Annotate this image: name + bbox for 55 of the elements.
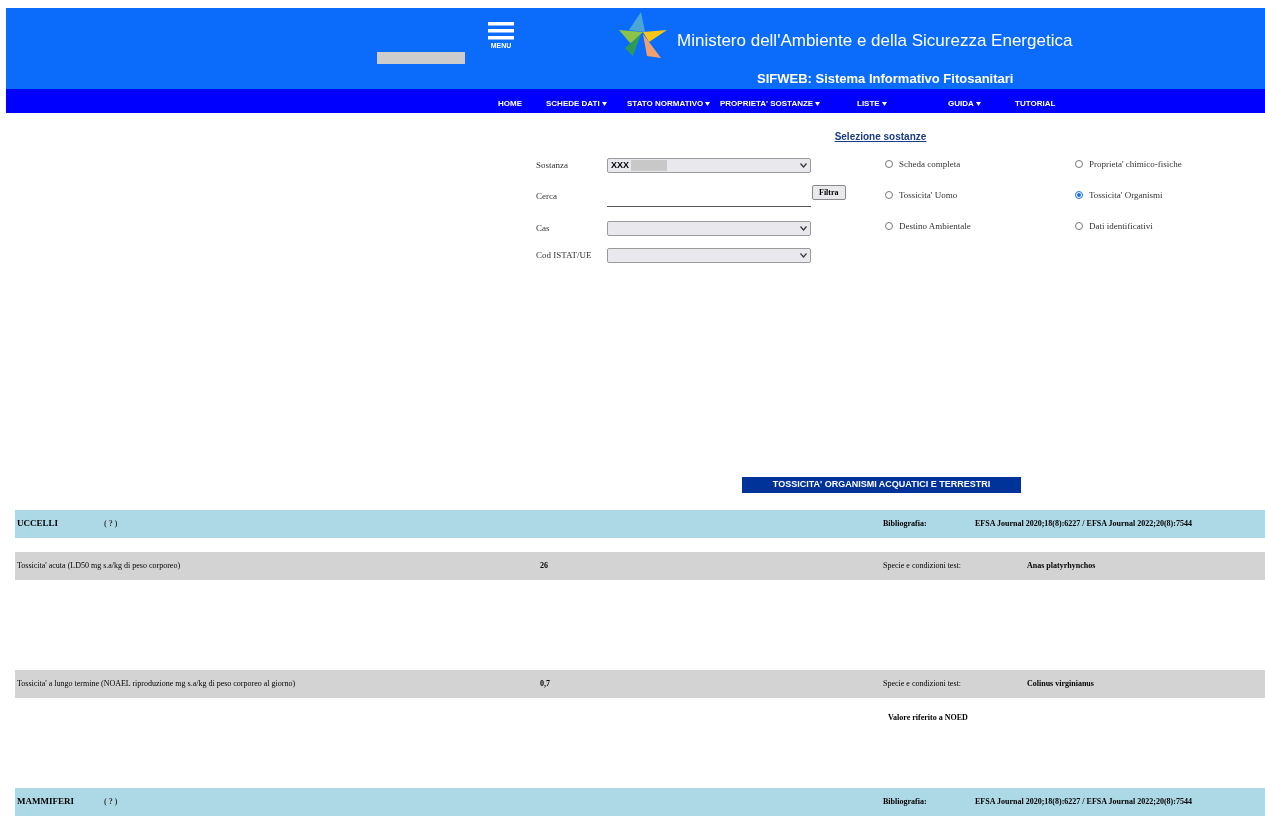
- caret-icon: [815, 102, 821, 106]
- report-option[interactable]: Tossicita' Organismi: [1075, 189, 1265, 220]
- row-label: Tossicita' acuta (LD50 mg s.a/kg di peso corporeo): [17, 560, 182, 572]
- field-label: Cod ISTAT/UE: [536, 249, 593, 262]
- ministry-title: Ministero dell'Ambiente e della Sicurezza Energetica: [677, 30, 1073, 52]
- menu-icon: [488, 22, 514, 40]
- nav-link[interactable]: TUTORIAL: [1015, 98, 1056, 110]
- species-name: Anas platyrhynchos: [1027, 560, 1096, 572]
- report-option[interactable]: Dati identificativi: [1075, 220, 1265, 251]
- nav-link[interactable]: HOME: [498, 98, 522, 110]
- caret-icon: [800, 163, 807, 168]
- nav-link[interactable]: SCHEDE DATI: [546, 98, 607, 110]
- caret-icon: [881, 102, 887, 106]
- row-note: Valore riferito a NOED: [888, 713, 968, 722]
- bibliography-label: Bibliografia:: [883, 796, 928, 808]
- help-link[interactable]: ( ? ): [104, 518, 883, 530]
- nav-link[interactable]: PROPRIETA' SOSTANZE: [720, 98, 821, 110]
- row-value: 0,7: [540, 678, 551, 690]
- star-logo-icon: [619, 12, 667, 58]
- row-label: Tossicita' a lungo termine (NOAEL riproduzione mg s.a/kg di peso corporeo al giorno): [17, 678, 297, 690]
- nav-link[interactable]: GUIDA: [948, 98, 981, 110]
- caret-icon: [800, 253, 807, 258]
- bibliography-text: EFSA Journal 2020;18(8):6227 / EFSA Journal 2022;20(8):7544: [975, 796, 1192, 808]
- help-link[interactable]: ( ? ): [104, 796, 883, 808]
- selection-link[interactable]: Selezione sostanze: [834, 129, 927, 144]
- select-field[interactable]: XXX: [607, 158, 811, 173]
- caret-icon: [601, 102, 607, 106]
- caret-icon: [800, 226, 807, 231]
- report-option[interactable]: Destino Ambientale: [885, 220, 1075, 251]
- report-option[interactable]: Proprieta' chimico-fisiche: [1075, 158, 1265, 189]
- report-option[interactable]: Tossicita' Uomo: [885, 189, 1075, 220]
- group-name: UCCELLI: [17, 517, 59, 531]
- species-name: Colinus virginianus: [1027, 678, 1094, 690]
- caret-icon: [705, 102, 711, 106]
- select-field[interactable]: [607, 221, 811, 236]
- group-name: MAMMIFERI: [17, 795, 75, 809]
- row-value: 26: [540, 560, 549, 572]
- radio-button[interactable]: [1075, 191, 1083, 199]
- select-field[interactable]: [607, 248, 811, 263]
- caret-icon: [975, 102, 981, 106]
- bibliography-label: Bibliografia:: [883, 518, 928, 530]
- bibliography-text: EFSA Journal 2020;18(8):6227 / EFSA Journal 2022;20(8):7544: [975, 518, 1192, 530]
- site-subtitle: SIFWEB: Sistema Informativo Fitosanitari: [757, 70, 1014, 88]
- field-label: Cerca: [536, 190, 558, 203]
- species-label: Specie e condizioni test:: [883, 678, 962, 690]
- field-label: Sostanza: [536, 159, 569, 172]
- nav-link[interactable]: LISTE: [857, 98, 887, 110]
- report-option[interactable]: Scheda completa: [885, 158, 1075, 189]
- species-label: Specie e condizioni test:: [883, 560, 962, 572]
- field-label: Cas: [536, 222, 551, 235]
- section-title: TOSSICITA' ORGANISMI ACQUATICI E TERRESTRI: [742, 477, 1021, 493]
- filter-button[interactable]: Filtra: [812, 185, 846, 200]
- nav-link[interactable]: STATO NORMATIVO: [627, 98, 711, 110]
- select-value: XXX: [611, 158, 629, 172]
- redaction-mark: [631, 160, 667, 171]
